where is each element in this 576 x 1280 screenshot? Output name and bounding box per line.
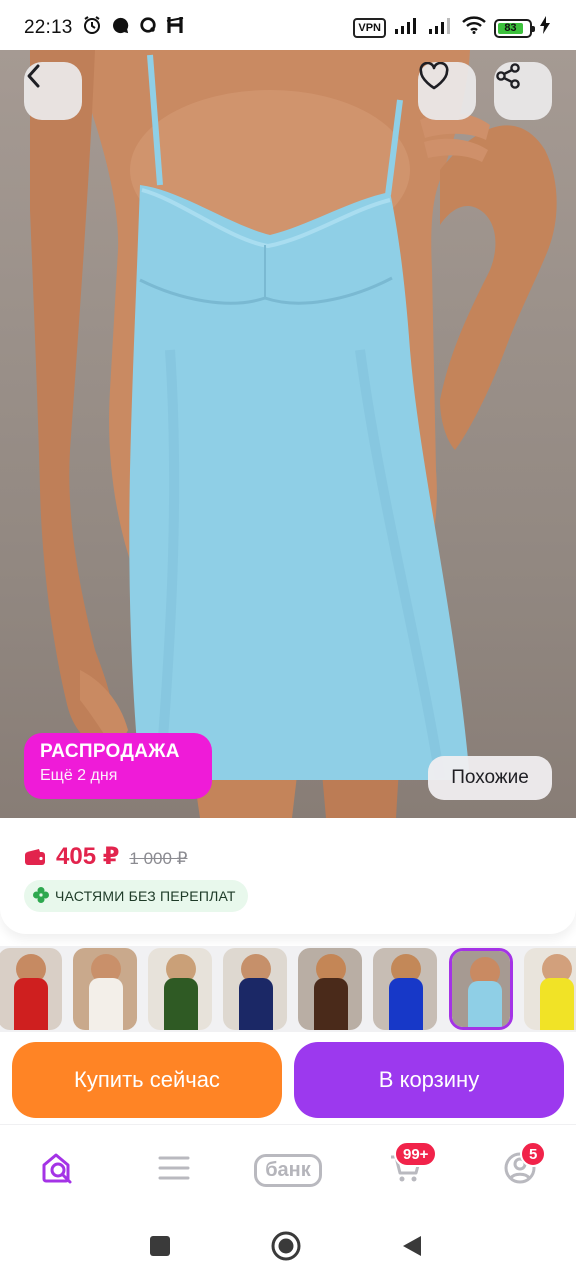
thumbnail-white[interactable] [73, 948, 137, 1030]
circle-app-icon [139, 16, 157, 40]
favorite-button[interactable] [418, 62, 476, 120]
home-search-icon [40, 1151, 76, 1190]
thumbnail-navy[interactable] [223, 948, 287, 1030]
action-bar: Купить сейчас В корзину [0, 1032, 576, 1124]
nav-catalog[interactable] [152, 1145, 196, 1195]
wallet-icon [24, 848, 46, 866]
system-navigation [0, 1216, 576, 1280]
status-bar: 22:13 VPN 83 [0, 0, 576, 56]
charging-icon [540, 16, 550, 40]
signal-icon [394, 16, 420, 40]
product-photo [30, 50, 557, 818]
back-triangle-icon [401, 1234, 423, 1263]
sale-badge[interactable]: РАСПРОДАЖА Ещё 2 дня [24, 733, 212, 799]
buy-now-button[interactable]: Купить сейчас [12, 1042, 282, 1118]
bank-label: банк [254, 1153, 322, 1187]
share-button[interactable] [494, 62, 552, 120]
thumbnail-green[interactable] [148, 948, 212, 1030]
installments-badge[interactable]: ЧАСТЯМИ БЕЗ ПЕРЕПЛАТ [24, 880, 248, 912]
back-button[interactable] [24, 62, 82, 120]
sale-title: РАСПРОДАЖА [40, 741, 180, 762]
profile-badge: 5 [520, 1141, 547, 1167]
home-system-button[interactable] [270, 1231, 302, 1266]
similar-button[interactable]: Похожие [428, 756, 552, 800]
clover-icon [32, 886, 50, 907]
recents-icon [149, 1235, 171, 1262]
sale-subtitle: Ещё 2 дня [40, 767, 118, 784]
thumbnail-light-blue[interactable] [449, 948, 513, 1030]
recents-button[interactable] [144, 1232, 176, 1264]
installments-label: ЧАСТЯМИ БЕЗ ПЕРЕПЛАТ [55, 888, 236, 904]
thumbnail-red[interactable] [0, 948, 62, 1030]
nav-home[interactable] [36, 1145, 80, 1195]
signal-icon-2 [428, 16, 454, 40]
current-price: 405 ₽ [56, 843, 120, 870]
status-time: 22:13 [24, 17, 73, 38]
h-app-icon [166, 15, 184, 41]
home-circle-icon [271, 1231, 301, 1266]
price-card: 405 ₽ 1 000 ₽ ЧАСТЯМИ БЕЗ ПЕРЕПЛАТ [0, 818, 576, 934]
wifi-icon [462, 16, 486, 40]
add-to-cart-button[interactable]: В корзину [294, 1042, 564, 1118]
variant-thumbnails [0, 946, 576, 1032]
vpn-badge: VPN [353, 18, 386, 38]
thumbnail-brown[interactable] [298, 948, 362, 1030]
menu-icon [158, 1155, 190, 1186]
bottom-nav: банк 99+ 5 [0, 1124, 576, 1216]
thumbnail-blue[interactable] [373, 948, 437, 1030]
alarm-icon [82, 15, 102, 41]
back-system-button[interactable] [396, 1232, 428, 1264]
battery-level: 83 [498, 22, 523, 34]
chat-icon [111, 16, 130, 41]
product-image[interactable]: РАСПРОДАЖА Ещё 2 дня Похожие [0, 50, 576, 818]
nav-bank[interactable]: банк [250, 1145, 326, 1195]
cart-badge: 99+ [394, 1141, 438, 1167]
thumbnail-yellow[interactable] [524, 948, 576, 1030]
old-price: 1 000 ₽ [129, 849, 188, 868]
battery-icon: 83 [494, 18, 535, 38]
